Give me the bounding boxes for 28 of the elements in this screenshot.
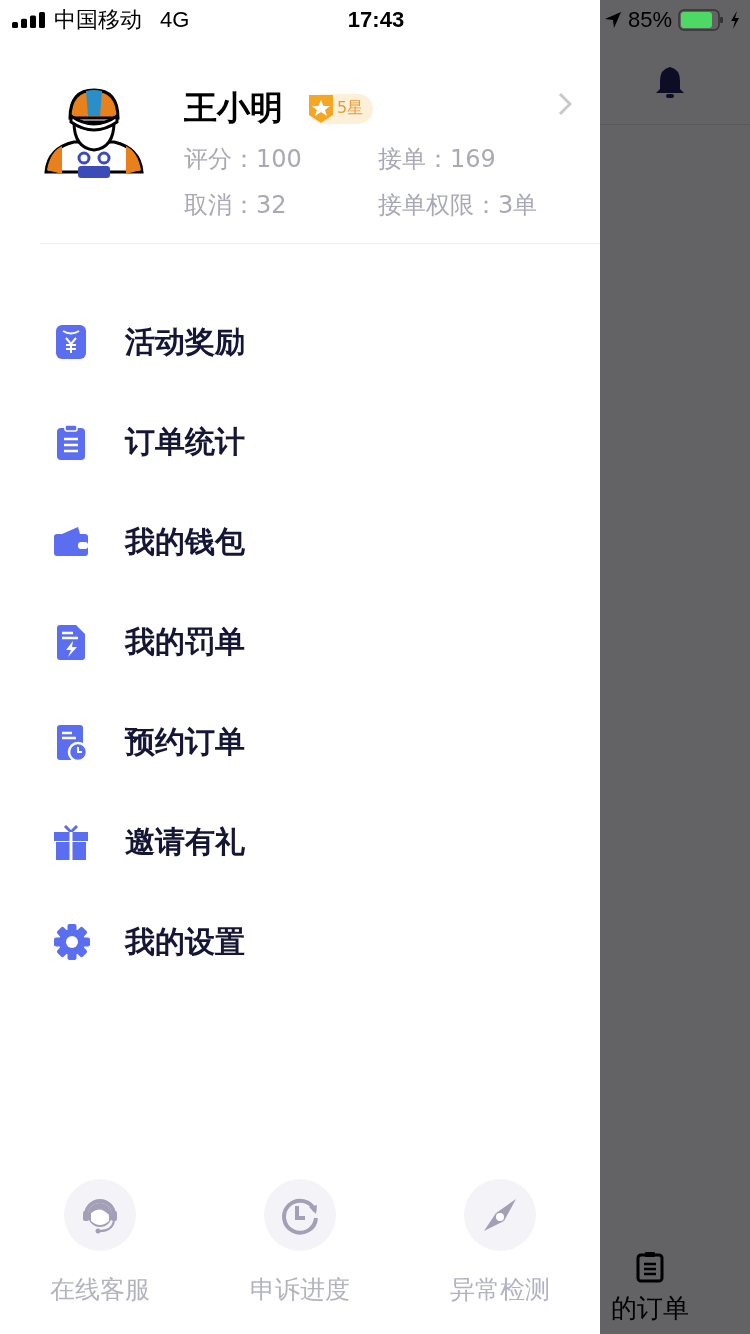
settings-icon bbox=[54, 923, 90, 961]
location-icon bbox=[603, 11, 622, 29]
menu-item[interactable]: 我的设置 bbox=[0, 892, 600, 992]
signal-icon bbox=[12, 12, 48, 28]
stat-text: 接单权限：3单 bbox=[378, 190, 539, 221]
user-name: 王小明 bbox=[184, 87, 283, 129]
menu-item[interactable]: 我的钱包 bbox=[0, 492, 600, 592]
charging-icon bbox=[730, 11, 740, 29]
star-shield-icon bbox=[309, 94, 333, 123]
menu-item[interactable]: 邀请有礼 bbox=[0, 792, 600, 892]
clock-time: 17:43 bbox=[347, 7, 405, 33]
level-badge: 5星 bbox=[309, 93, 374, 124]
chevron-right-icon bbox=[558, 92, 572, 116]
battery-percentage: 85% bbox=[627, 7, 672, 33]
gift-icon bbox=[54, 823, 90, 861]
menu-item[interactable]: 活动奖励 bbox=[0, 292, 600, 392]
carrier-name: 中国移动 bbox=[54, 6, 142, 34]
stat-text: 取消：32 bbox=[184, 190, 288, 221]
stat-text: 接单：169 bbox=[378, 144, 497, 175]
tab-item[interactable]: 的订单 bbox=[600, 1251, 700, 1334]
menu-item[interactable]: 订单统计 bbox=[0, 392, 600, 492]
clipboard-icon bbox=[636, 1251, 664, 1283]
stat-text: 评分：100 bbox=[184, 144, 303, 175]
battery-icon bbox=[678, 9, 724, 31]
menu-item[interactable]: 预约订单 bbox=[0, 692, 600, 792]
menu-item[interactable]: 我的罚单 bbox=[0, 592, 600, 692]
bell-icon bbox=[655, 65, 685, 99]
network-type: 4G bbox=[160, 7, 190, 33]
